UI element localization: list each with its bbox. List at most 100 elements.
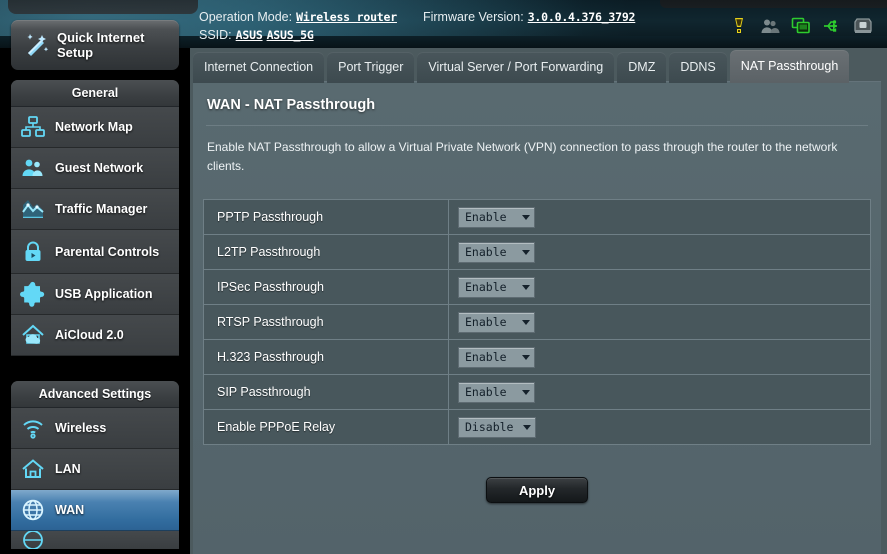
sidebar-item-wireless[interactable]: Wireless [11, 408, 179, 449]
page-title: WAN - NAT Passthrough [207, 97, 376, 113]
sidebar-item-parental-controls[interactable]: Parental Controls [11, 230, 179, 274]
tab-ddns[interactable]: DDNS [669, 52, 727, 83]
chevron-down-icon [522, 319, 530, 325]
sidebar-item-aicloud[interactable]: AiCloud 2.0 [11, 315, 179, 356]
banner-decoration-right [660, 0, 887, 8]
lan-icon [22, 459, 44, 478]
sidebar-item-lan[interactable]: LAN [11, 449, 179, 490]
chevron-down-icon [523, 424, 532, 430]
quick-internet-setup-button[interactable]: Quick Internet Setup [11, 20, 179, 70]
table-row: RTSP Passthrough Enable [204, 305, 870, 340]
row-control: Enable [449, 235, 870, 269]
ssid-value-2g[interactable]: ASUS [236, 26, 263, 44]
select-value: Enable [465, 385, 507, 399]
sidebar-item-next-partial[interactable] [11, 531, 179, 549]
sidebar-item-network-map[interactable]: Network Map [11, 107, 179, 148]
sidebar-item-label: Network Map [55, 120, 133, 134]
apply-row: Apply [193, 477, 881, 503]
sidebar-item-label: Guest Network [55, 161, 144, 175]
table-row: SIP Passthrough Enable [204, 375, 870, 410]
select-value: Enable [465, 245, 507, 259]
router-admin-window: Operation Mode: Wireless router Firmware… [0, 0, 887, 554]
ssid-value-5g[interactable]: ASUS_5G [267, 26, 314, 44]
l2tp-passthrough-select[interactable]: Enable [458, 241, 535, 263]
ipsec-passthrough-select[interactable]: Enable [458, 276, 535, 298]
row-control: Enable [449, 305, 870, 339]
alert-icon[interactable] [729, 16, 749, 36]
traffic-manager-icon [22, 200, 44, 218]
monitor-icon[interactable] [791, 16, 811, 36]
sidebar-group-general: General Network Map Guest Network Traffi… [11, 80, 179, 356]
sidebar-item-guest-network[interactable]: Guest Network [11, 148, 179, 189]
select-value: Enable [465, 210, 507, 224]
sidebar-item-wan[interactable]: WAN [11, 490, 179, 531]
sidebar-item-traffic-manager[interactable]: Traffic Manager [11, 189, 179, 230]
usb-icon[interactable] [822, 16, 842, 36]
clients-icon[interactable] [760, 16, 780, 36]
header-status-icons [729, 16, 873, 36]
globe-icon [23, 531, 43, 549]
chevron-down-icon [522, 284, 530, 290]
chevron-down-icon [522, 389, 530, 395]
select-value: Enable [465, 350, 507, 364]
tab-bar: Internet Connection Port Trigger Virtual… [193, 50, 850, 83]
tab-dmz[interactable]: DMZ [617, 52, 667, 83]
table-row: IPSec Passthrough Enable [204, 270, 870, 305]
sidebar-group-advanced: Advanced Settings Wireless LAN WAN [11, 381, 179, 549]
usb-application-icon [20, 281, 45, 307]
table-row: Enable PPPoE Relay Disable [204, 410, 870, 445]
row-control: Enable [449, 375, 870, 409]
sidebar-item-label: WAN [55, 503, 85, 517]
sidebar-item-label: USB Application [55, 287, 153, 301]
sip-passthrough-select[interactable]: Enable [458, 381, 535, 403]
table-row: PPTP Passthrough Enable [204, 200, 870, 235]
operation-mode-label: Operation Mode: [199, 10, 293, 24]
pppoe-relay-select[interactable]: Disable [458, 416, 537, 438]
sidebar-item-label: Traffic Manager [55, 202, 148, 216]
row-control: Enable [449, 270, 870, 304]
parental-controls-icon [25, 241, 41, 261]
rtsp-passthrough-select[interactable]: Enable [458, 311, 535, 333]
nat-passthrough-table: PPTP Passthrough Enable L2TP Passthrough… [203, 199, 871, 445]
sidebar-group-general-title: General [11, 80, 179, 107]
header-row-ssid: SSID: ASUS ASUS_5G [199, 26, 635, 44]
header-info: Operation Mode: Wireless router Firmware… [199, 8, 635, 44]
sidebar-item-label: LAN [55, 462, 81, 476]
tab-virtual-server-port-forwarding[interactable]: Virtual Server / Port Forwarding [417, 52, 615, 83]
main-panel: WAN - NAT Passthrough Enable NAT Passthr… [193, 81, 881, 554]
chevron-down-icon [522, 214, 530, 220]
row-label: RTSP Passthrough [204, 305, 449, 339]
firmware-version-value[interactable]: 3.0.0.4.376_3792 [528, 8, 636, 26]
sidebar-group-advanced-title: Advanced Settings [11, 381, 179, 408]
row-control: Disable [449, 410, 870, 444]
sidebar: Quick Internet Setup General Network Map [0, 0, 190, 554]
page-description: Enable NAT Passthrough to allow a Virtua… [207, 140, 838, 173]
h323-passthrough-select[interactable]: Enable [458, 346, 535, 368]
table-row: H.323 Passthrough Enable [204, 340, 870, 375]
table-row: L2TP Passthrough Enable [204, 235, 870, 270]
row-label: H.323 Passthrough [204, 340, 449, 374]
chevron-down-icon [522, 249, 530, 255]
select-value: Enable [465, 315, 507, 329]
select-value: Enable [465, 280, 507, 294]
tab-port-trigger[interactable]: Port Trigger [327, 52, 415, 83]
sidebar-item-label: AiCloud 2.0 [55, 328, 124, 342]
wan-icon [22, 499, 44, 521]
row-label: IPSec Passthrough [204, 270, 449, 304]
guest-network-icon [22, 159, 43, 176]
sidebar-item-label: Parental Controls [55, 244, 160, 259]
sidebar-item-label: Wireless [55, 421, 107, 435]
quick-internet-setup-label: Quick Internet Setup [57, 30, 145, 60]
tab-internet-connection[interactable]: Internet Connection [193, 52, 325, 83]
operation-mode-value[interactable]: Wireless router [296, 8, 397, 26]
row-label: SIP Passthrough [204, 375, 449, 409]
tab-nat-passthrough[interactable]: NAT Passthrough [729, 50, 850, 83]
apply-button[interactable]: Apply [486, 477, 588, 503]
pptp-passthrough-select[interactable]: Enable [458, 206, 535, 228]
row-label: Enable PPPoE Relay [204, 410, 449, 444]
printer-icon[interactable] [853, 16, 873, 36]
sidebar-item-usb-application[interactable]: USB Application [11, 274, 179, 315]
firmware-version-label: Firmware Version: [422, 10, 524, 24]
aicloud-icon [22, 324, 44, 344]
row-label: L2TP Passthrough [204, 235, 449, 269]
